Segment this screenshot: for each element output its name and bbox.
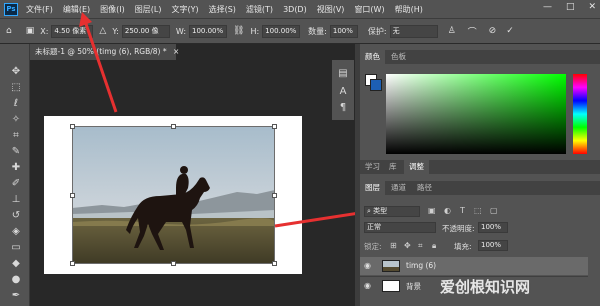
tab-layers[interactable]: 图层 xyxy=(360,181,385,195)
mini-dock: ▤ A ¶ xyxy=(332,60,354,120)
lock-label: 锁定: xyxy=(364,242,382,251)
layer-visibility-eye-icon[interactable]: ◉ xyxy=(364,261,371,270)
opacity-value: 100% xyxy=(481,223,502,231)
tab-paths[interactable]: 路径 xyxy=(412,181,437,195)
tab-learn[interactable]: 学习 xyxy=(360,160,385,174)
filter-smart-icon[interactable]: ▢ xyxy=(490,206,498,215)
watermark-text: 爱创根知识网 xyxy=(440,278,531,296)
layer-thumbnail xyxy=(382,280,400,292)
filter-pixel-icon[interactable]: ▣ xyxy=(428,206,436,215)
lock-artboard-icon[interactable]: ⌗ xyxy=(418,241,423,251)
filter-shape-icon[interactable]: ⬚ xyxy=(474,206,482,215)
tab-swatches[interactable]: 色板 xyxy=(386,50,411,64)
fill-value: 100% xyxy=(481,241,502,249)
fill-field[interactable]: 100% xyxy=(478,240,508,251)
layer-visibility-eye-icon[interactable]: ◉ xyxy=(364,281,371,290)
opacity-label: 不透明度: xyxy=(442,224,475,233)
paragraph-panel-icon[interactable]: ¶ xyxy=(336,102,350,114)
layer-row-timg6[interactable]: ◉ timg (6) xyxy=(360,257,588,275)
right-panel: 颜色 色板 学习 库 调整 图层 通道 路径 ⌕ 类型 ▣ ◐ T ⬚ ▢ 正常… xyxy=(360,44,600,306)
lock-position-icon[interactable]: ✥ xyxy=(404,241,411,250)
fill-label: 填充: xyxy=(454,242,472,251)
lock-all-icon[interactable]: 🔒︎ xyxy=(432,241,436,251)
blend-mode-value: 正常 xyxy=(367,223,381,231)
layer-name: timg (6) xyxy=(406,261,437,270)
layer-name: 背景 xyxy=(406,282,421,291)
learn-tab-row: 学习 库 调整 xyxy=(360,160,600,174)
tab-color[interactable]: 颜色 xyxy=(360,50,385,64)
layers-tab-row: 图层 通道 路径 xyxy=(360,181,600,195)
color-tab-row: 颜色 色板 xyxy=(360,50,600,64)
filter-adjust-icon[interactable]: ◐ xyxy=(444,206,451,215)
history-panel-icon[interactable]: ▤ xyxy=(336,68,350,80)
blend-mode-select[interactable]: 正常 xyxy=(364,222,436,233)
tab-adjustments[interactable]: 调整 xyxy=(404,160,429,174)
layer-thumbnail xyxy=(382,260,400,272)
color-field[interactable] xyxy=(386,74,566,154)
layer-filter-select[interactable]: ⌕ 类型 xyxy=(364,206,420,217)
layer-filter-label: 类型 xyxy=(373,207,388,215)
tab-channels[interactable]: 通道 xyxy=(386,181,411,195)
lock-pixels-icon[interactable]: ⊞ xyxy=(390,241,397,250)
tab-libraries[interactable]: 库 xyxy=(384,160,402,174)
opacity-field[interactable]: 100% xyxy=(478,222,508,233)
character-panel-icon[interactable]: A xyxy=(336,86,350,98)
hue-slider[interactable] xyxy=(573,74,587,154)
background-color-swatch[interactable] xyxy=(370,79,382,91)
filter-type-icon[interactable]: T xyxy=(460,206,465,215)
